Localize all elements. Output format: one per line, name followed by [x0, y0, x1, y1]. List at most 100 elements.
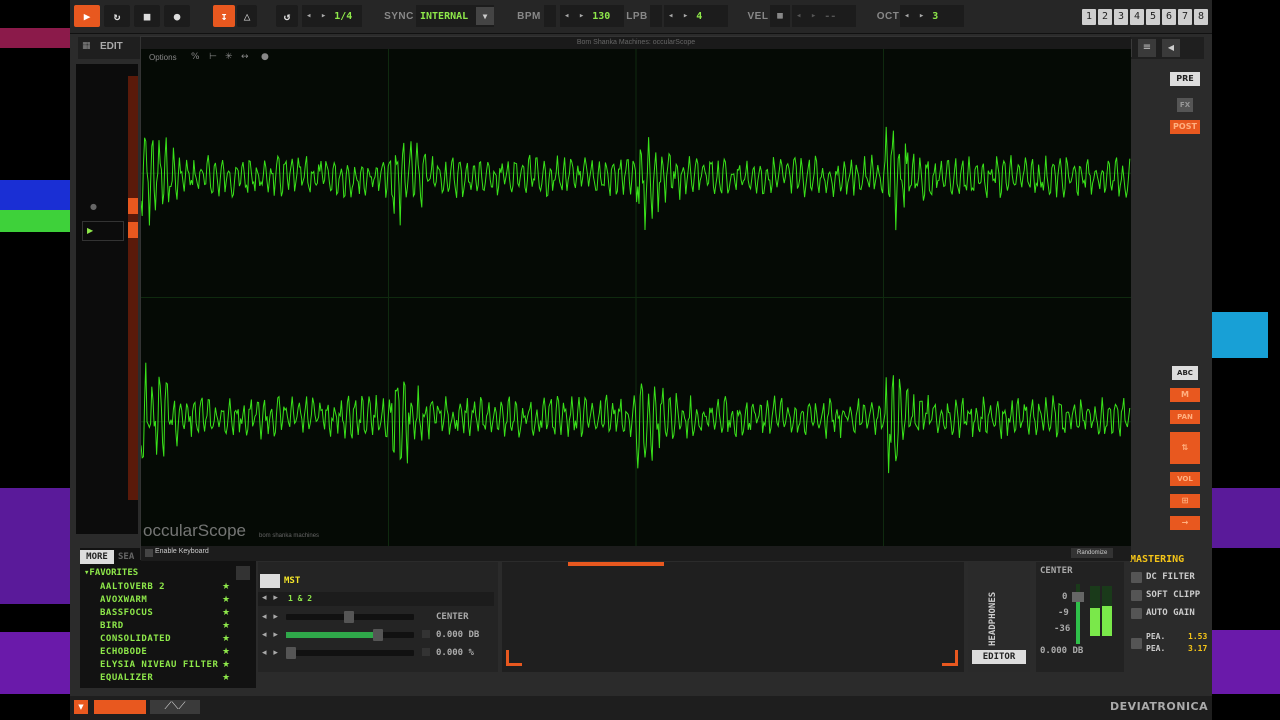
right-panel: PRE FX POST ABC M PAN ⇅ VOL ⊞ → — [1164, 64, 1206, 534]
star-icon[interactable]: ★ — [222, 621, 230, 631]
level-meter-right — [1102, 586, 1112, 636]
volume-toggle[interactable] — [422, 630, 430, 638]
pattern-tab[interactable]: 2 — [1098, 9, 1112, 25]
peak-checkbox[interactable] — [1131, 638, 1142, 649]
mastering-checkbox[interactable] — [1131, 572, 1142, 583]
volume-slider[interactable] — [286, 632, 414, 638]
scope-logo-sub: bom shanka machines — [259, 533, 320, 539]
abc-button[interactable]: ABC — [1172, 366, 1198, 380]
more-button[interactable]: MORE — [80, 550, 114, 564]
plugin-list-item[interactable]: BASSFOCUS — [100, 608, 153, 618]
vel-stepper[interactable]: ◂ ▸ -- — [792, 5, 856, 27]
track-cell-active[interactable] — [128, 198, 138, 214]
favorites-folder[interactable]: ▾FAVORITES — [84, 568, 138, 578]
cursor-icon[interactable]: ⊢ — [209, 52, 217, 62]
volume-slider-thumb[interactable] — [373, 629, 384, 641]
pan-button[interactable]: PAN — [1170, 410, 1200, 424]
plugin-list-item[interactable]: EQUALIZER — [100, 673, 153, 683]
collapse-left-icon[interactable]: ◀ — [1162, 39, 1180, 57]
plugin-list-item[interactable]: ECHOBODE — [100, 647, 147, 657]
selection-bar[interactable] — [568, 562, 664, 566]
metronome-button[interactable]: △ — [237, 5, 257, 27]
plugin-list-item[interactable]: ELYSIA NIVEAU FILTER — [100, 660, 218, 670]
stop-button[interactable]: ■ — [134, 5, 160, 27]
mastering-checkbox[interactable] — [1131, 608, 1142, 619]
background-strip — [0, 488, 70, 604]
star-icon[interactable]: ★ — [222, 634, 230, 644]
track-cell-active[interactable] — [128, 222, 138, 238]
width-icon[interactable]: ↔ — [241, 52, 249, 62]
plugin-list-item[interactable]: CONSOLIDATED — [100, 634, 171, 644]
arrows-updown-icon[interactable]: ⇅ — [1170, 432, 1200, 464]
scrollbar[interactable] — [236, 566, 250, 580]
screen-root: ▶ ↻ ■ ● ↧ △ ↺ ◂ ▸ 1/4 SYNC INTERNAL ▼ BP… — [0, 0, 1280, 720]
enable-keyboard-checkbox[interactable] — [145, 549, 153, 557]
fx-button[interactable]: FX — [1177, 98, 1193, 112]
oct-stepper[interactable]: ◂ ▸ 3 — [900, 5, 964, 27]
width-slider[interactable] — [286, 650, 414, 656]
play-button[interactable]: ▶ — [74, 5, 100, 27]
pattern-tab[interactable]: 1 — [1082, 9, 1096, 25]
search-input[interactable]: SEA — [118, 552, 134, 562]
track-color-swatch[interactable] — [260, 574, 280, 588]
loop-button[interactable]: ↻ — [104, 5, 130, 27]
pre-button[interactable]: PRE — [1170, 72, 1200, 86]
percent-icon[interactable]: % — [191, 52, 200, 62]
editor-button[interactable]: EDITOR — [972, 650, 1026, 664]
pattern-tab[interactable]: 6 — [1162, 9, 1176, 25]
mastering-checkbox[interactable] — [1131, 590, 1142, 601]
lpb-stepper[interactable]: ◂ ▸ 4 — [664, 5, 728, 27]
chevron-down-icon[interactable]: ▼ — [74, 700, 88, 714]
star-icon[interactable]: ★ — [222, 608, 230, 618]
post-button[interactable]: POST — [1170, 120, 1200, 134]
star-icon[interactable]: ★ — [222, 595, 230, 605]
page-stepper[interactable]: ◂ ▸ 1/4 — [302, 5, 362, 27]
arrow-right-icon[interactable]: → — [1170, 516, 1200, 530]
play-icon[interactable]: ▶ — [82, 221, 124, 241]
width-slider-thumb[interactable] — [286, 647, 296, 659]
headphones-panel: HEADPHONES EDITOR — [968, 562, 1030, 672]
options-menu[interactable]: Options — [149, 53, 177, 62]
metronome-arm-button[interactable]: ↧ — [213, 5, 235, 27]
star-icon[interactable]: ★ — [222, 582, 230, 592]
route-icon[interactable]: ⊞ — [1170, 494, 1200, 508]
scope-toolbar: Options % ⊢ ✳ ↔ ● — [141, 49, 341, 67]
stepper-arrows-icon: ◂ ▸ — [262, 648, 280, 658]
width-toggle[interactable] — [422, 648, 430, 656]
crosshair-icon[interactable]: ✳ — [225, 52, 233, 62]
pattern-tab[interactable]: 3 — [1114, 9, 1128, 25]
plugin-list-item[interactable]: BIRD — [100, 621, 124, 631]
automation-icon[interactable]: ⟋⟍⟋ — [150, 700, 200, 714]
bpm-stepper[interactable]: ◂ ▸ 130 — [560, 5, 624, 27]
channel-selector[interactable]: ◂ ▸ 1 & 2 — [258, 592, 494, 606]
lpb-toggle[interactable] — [650, 5, 662, 27]
randomize-button[interactable]: Randomize — [1071, 548, 1114, 558]
bpm-toggle[interactable] — [544, 5, 556, 27]
pattern-tab[interactable]: 4 — [1130, 9, 1144, 25]
grid-icon: ▦ — [82, 41, 91, 51]
background-strip — [1212, 488, 1280, 548]
mute-button[interactable]: M — [1170, 388, 1200, 402]
bpm-label: BPM — [517, 10, 541, 22]
status-mode-button[interactable] — [94, 700, 146, 714]
sync-select[interactable]: INTERNAL ▼ — [416, 5, 494, 27]
undo-button[interactable]: ↺ — [276, 5, 298, 27]
star-icon[interactable]: ★ — [222, 647, 230, 657]
vol-button[interactable]: VOL — [1170, 472, 1200, 486]
edit-tab[interactable]: EDIT — [100, 41, 123, 52]
star-icon[interactable]: ★ — [222, 660, 230, 670]
plugin-list-item[interactable]: AVOXWARM — [100, 595, 147, 605]
pattern-tab[interactable]: 8 — [1194, 9, 1208, 25]
pan-slider-thumb[interactable] — [344, 611, 354, 623]
velocity-toggle[interactable]: ▦ — [770, 5, 790, 27]
plugin-list-item[interactable]: AALTOVERB 2 — [100, 582, 165, 592]
pattern-tab[interactable]: 5 — [1146, 9, 1160, 25]
lpb-label: LPB — [626, 10, 648, 22]
star-icon[interactable]: ★ — [222, 673, 230, 683]
fader-thumb[interactable] — [1072, 592, 1084, 602]
pattern-tab[interactable]: 7 — [1178, 9, 1192, 25]
record-button[interactable]: ● — [164, 5, 190, 27]
list-icon[interactable]: ≡ — [1138, 39, 1156, 57]
dot-icon[interactable]: ● — [261, 52, 269, 62]
mastering-option: DC FILTER — [1146, 572, 1195, 582]
